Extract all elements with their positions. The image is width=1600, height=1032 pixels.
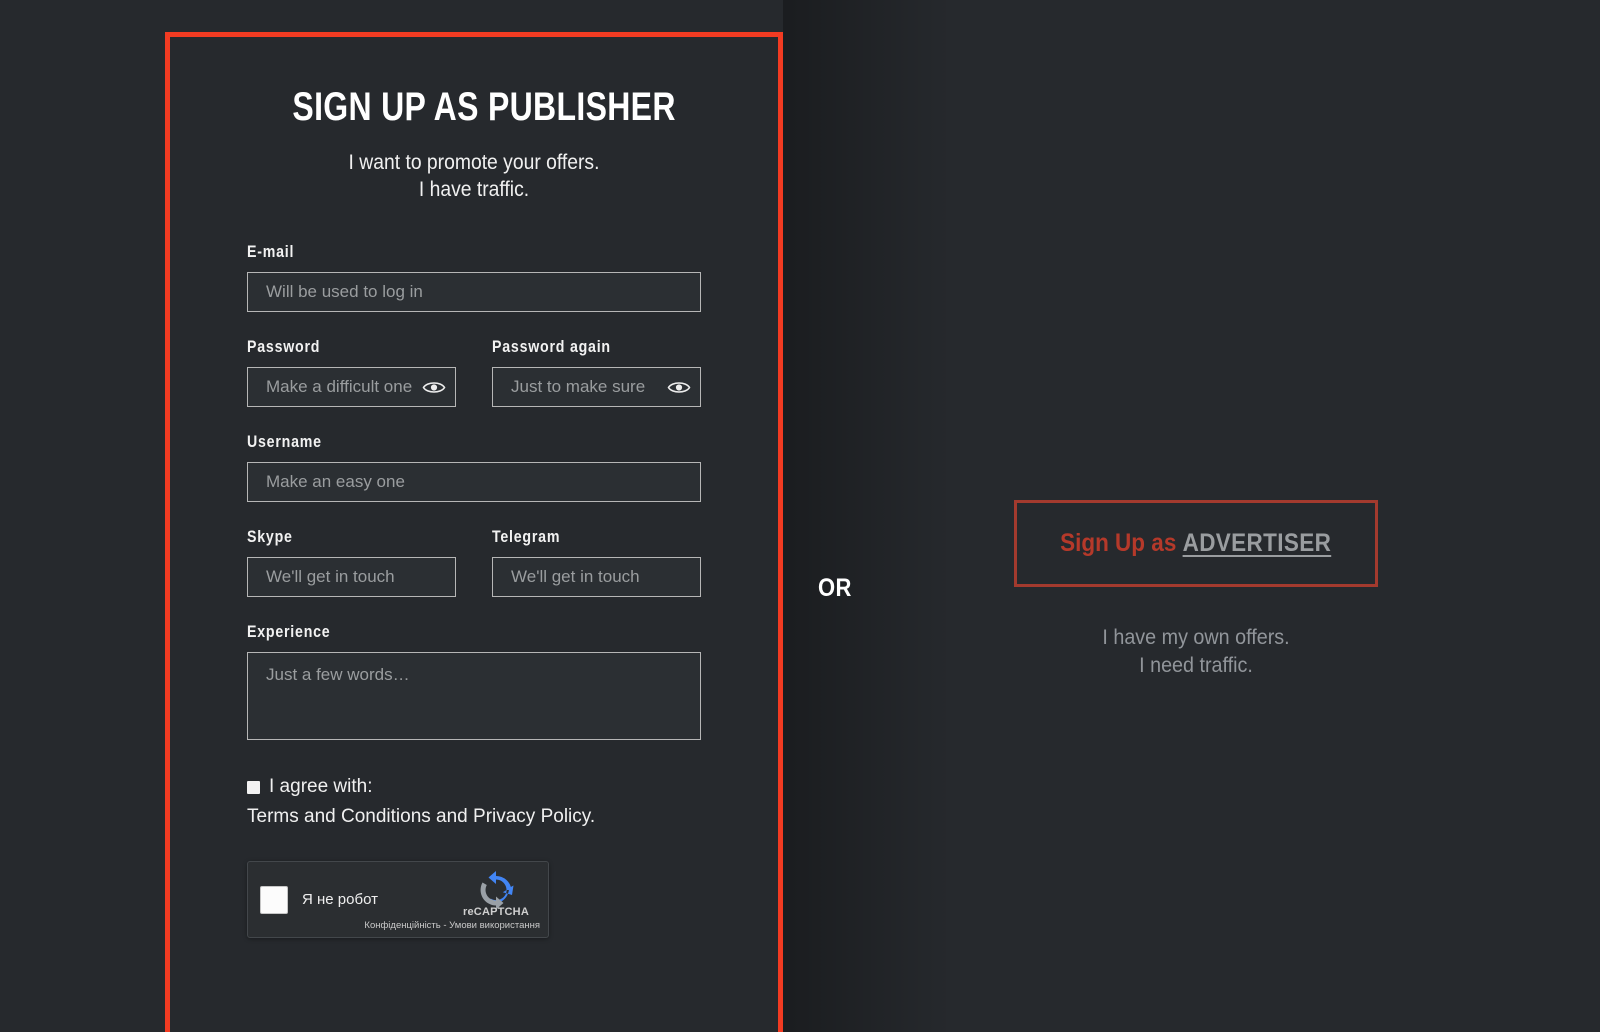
password-field-block: Password	[247, 338, 456, 407]
password-again-input-wrapper	[492, 367, 701, 407]
email-field-block: E-mail	[247, 243, 701, 312]
experience-textarea[interactable]	[247, 652, 701, 740]
recaptcha-logo-icon	[480, 871, 514, 910]
recaptcha-checkbox[interactable]	[260, 885, 288, 914]
skype-label: Skype	[247, 528, 293, 546]
password-input-wrapper	[247, 367, 456, 407]
publisher-signup-panel: SIGN UP AS PUBLISHER I want to promote y…	[165, 32, 783, 1032]
password-fields-row: Password Password again	[247, 338, 701, 407]
recaptcha-brand: reCAPTCHA	[454, 870, 538, 918]
recaptcha-legal-text: Конфіденційність - Умови використання	[364, 920, 540, 931]
recaptcha-widget[interactable]: Я не робот reCAPTCHA Конфіденційність - …	[247, 861, 549, 938]
username-input[interactable]	[247, 462, 701, 502]
eye-icon[interactable]	[422, 379, 446, 395]
contact-fields-row: Skype Telegram	[247, 528, 701, 597]
username-field-block: Username	[247, 433, 701, 502]
page-title: SIGN UP AS PUBLISHER	[292, 85, 676, 129]
agree-checkbox[interactable]	[247, 780, 260, 794]
skype-input[interactable]	[247, 557, 456, 597]
advertiser-subtitle-line1: I have my own offers.	[1102, 626, 1290, 649]
advertiser-button-label-prefix: Sign Up as	[1060, 529, 1183, 557]
advertiser-subtitle-line2: I need traffic.	[1139, 654, 1253, 677]
telegram-field-block: Telegram	[492, 528, 701, 597]
eye-icon[interactable]	[667, 379, 691, 395]
email-label: E-mail	[247, 243, 295, 261]
password-again-field-block: Password again	[492, 338, 701, 407]
terms-and-privacy-link[interactable]: Terms and Conditions and Privacy Policy.	[247, 805, 701, 829]
telegram-input[interactable]	[492, 557, 701, 597]
password-again-label: Password again	[492, 338, 611, 356]
signup-as-advertiser-button[interactable]: Sign Up as ADVERTISER	[1014, 500, 1378, 587]
experience-field-block: Experience	[247, 623, 701, 740]
publisher-subtitle-line2: I have traffic.	[418, 178, 530, 201]
panel-shadow	[783, 0, 953, 1032]
advertiser-button-label: Sign Up as ADVERTISER	[1060, 529, 1331, 558]
publisher-subtitle: I want to promote your offers. I have tr…	[265, 149, 683, 203]
password-label: Password	[247, 338, 321, 356]
skype-field-block: Skype	[247, 528, 456, 597]
agreement-row: I agree with:	[247, 776, 701, 798]
experience-label: Experience	[247, 623, 331, 641]
agreement-block: I agree with: Terms and Conditions and P…	[247, 776, 701, 829]
publisher-subtitle-line1: I want to promote your offers.	[348, 151, 600, 174]
or-divider-label: OR	[818, 574, 852, 602]
advertiser-subtitle: I have my own offers. I need traffic.	[1025, 624, 1367, 680]
advertiser-button-label-emphasis: ADVERTISER	[1182, 529, 1332, 557]
username-label: Username	[247, 433, 322, 451]
email-input[interactable]	[247, 272, 701, 312]
recaptcha-brand-text: reCAPTCHA	[463, 906, 529, 918]
agree-label: I agree with:	[269, 776, 373, 797]
recaptcha-label: Я не робот	[302, 891, 378, 908]
telegram-label: Telegram	[492, 528, 561, 546]
